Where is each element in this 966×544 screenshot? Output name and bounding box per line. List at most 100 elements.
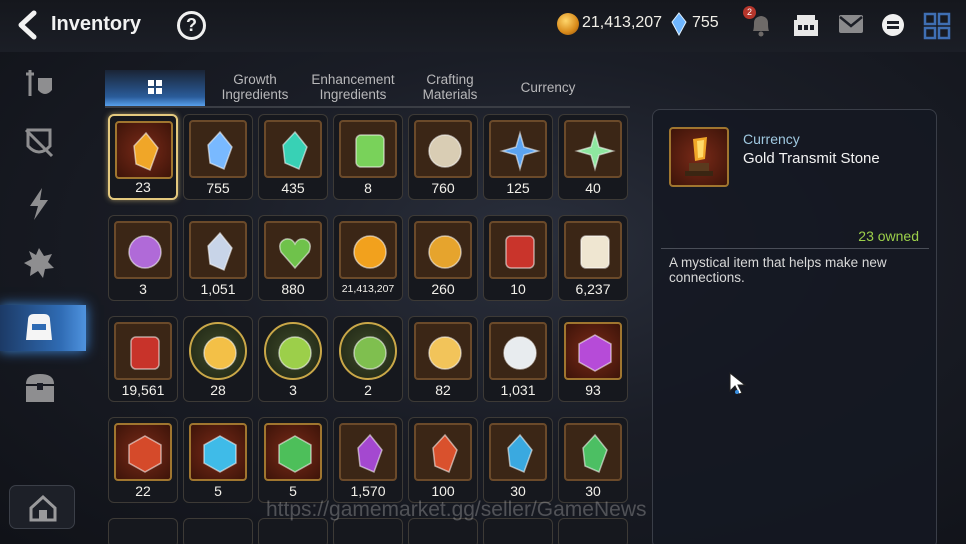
item-count: 2 <box>364 382 372 398</box>
tab-crafting-materials[interactable]: Crafting Materials <box>408 72 492 102</box>
item-count: 10 <box>510 281 526 297</box>
item-frame <box>564 221 622 279</box>
item-count: 435 <box>281 180 305 196</box>
item-frame <box>189 322 247 380</box>
item-count: 22 <box>135 483 151 499</box>
item-slot[interactable]: 125 <box>483 114 553 200</box>
item-slot[interactable]: 8 <box>333 114 403 200</box>
item-count: 30 <box>585 483 601 499</box>
blue-ice-rune-icon <box>203 435 237 473</box>
item-slot[interactable]: 1,031 <box>483 316 553 402</box>
green-leaf-icon <box>355 134 385 168</box>
nav-chest-icon[interactable] <box>14 366 66 410</box>
item-slot[interactable]: 5 <box>183 417 253 503</box>
nav-bag-icon[interactable] <box>14 306 66 350</box>
tab-label: Growth Ingredients <box>221 72 289 102</box>
tab-growth-ingredients[interactable]: Growth Ingredients <box>212 72 298 102</box>
item-frame <box>114 322 172 380</box>
item-slot[interactable]: 21,413,207 <box>333 215 403 301</box>
item-slot[interactable]: 3 <box>108 215 178 301</box>
item-slot[interactable]: 5 <box>258 417 328 503</box>
nav-lightning-icon[interactable] <box>14 182 66 226</box>
item-slot-partial[interactable] <box>183 518 253 544</box>
item-slot[interactable]: 755 <box>183 114 253 200</box>
item-count: 19,561 <box>121 382 165 398</box>
item-frame <box>414 221 472 279</box>
purple-moon-rune-icon <box>578 334 612 372</box>
item-slot[interactable]: 30 <box>558 417 628 503</box>
chat-icon[interactable] <box>880 12 906 38</box>
gold-amount: 21,413,207 <box>582 14 663 31</box>
red-mask-icon <box>130 336 160 370</box>
item-count: 100 <box>431 483 455 499</box>
item-slot[interactable]: 2 <box>333 316 403 402</box>
red-fire-rune-icon <box>128 435 162 473</box>
back-arrow-icon[interactable] <box>14 10 42 40</box>
menu-grid-icon[interactable] <box>923 12 951 40</box>
gold-transmit-stone-icon <box>133 131 159 172</box>
tab-enhancement-ingredients[interactable]: Enhancement Ingredients <box>303 72 403 102</box>
item-slot[interactable]: 1,051 <box>183 215 253 301</box>
chess-knight-icon <box>580 235 610 269</box>
gold-flower-icon <box>428 336 462 370</box>
item-frame <box>114 221 172 279</box>
item-count: 125 <box>506 180 530 196</box>
item-slot[interactable]: 23 <box>108 114 178 200</box>
item-slot[interactable]: 40 <box>558 114 628 200</box>
item-slot[interactable]: 100 <box>408 417 478 503</box>
item-frame <box>114 423 172 481</box>
item-slot[interactable]: 435 <box>258 114 328 200</box>
nav-catalyst-icon[interactable] <box>14 242 66 286</box>
item-slot[interactable]: 28 <box>183 316 253 402</box>
item-slot[interactable]: 93 <box>558 316 628 402</box>
item-count: 8 <box>364 180 372 196</box>
item-count: 40 <box>585 180 601 196</box>
white-flower-icon <box>503 336 537 370</box>
item-count: 1,051 <box>200 281 236 297</box>
item-count: 23 <box>135 179 151 195</box>
nav-hero-icon[interactable] <box>14 62 66 106</box>
crystal-icon <box>671 12 687 36</box>
item-slot[interactable]: 260 <box>408 215 478 301</box>
item-slot[interactable]: 880 <box>258 215 328 301</box>
item-count: 28 <box>210 382 226 398</box>
item-slot[interactable]: 1,570 <box>333 417 403 503</box>
item-slot[interactable]: 6,237 <box>558 215 628 301</box>
green-heart-icon <box>279 238 311 270</box>
item-frame <box>264 322 322 380</box>
item-slot[interactable]: 760 <box>408 114 478 200</box>
item-slot[interactable]: 22 <box>108 417 178 503</box>
item-slot[interactable]: 30 <box>483 417 553 503</box>
item-frame <box>564 120 622 178</box>
mail-icon[interactable] <box>837 12 865 36</box>
gold-transmit-stone-icon <box>685 137 713 176</box>
item-slot-partial[interactable] <box>108 518 178 544</box>
tab-currency[interactable]: Currency <box>505 80 591 95</box>
blue-ice-shard-icon <box>507 433 533 474</box>
item-count: 760 <box>431 180 455 196</box>
item-slot[interactable]: 10 <box>483 215 553 301</box>
item-frame <box>115 121 173 179</box>
green-star-charm-icon <box>574 130 616 172</box>
item-count: 30 <box>510 483 526 499</box>
item-frame <box>264 221 322 279</box>
gold-emblem-icon <box>428 235 462 269</box>
crystal-amount: 755 <box>692 14 719 31</box>
tab-all[interactable] <box>105 70 205 106</box>
item-slot[interactable]: 3 <box>258 316 328 402</box>
detail-item-type: Currency <box>743 131 800 147</box>
grid-icon <box>148 80 162 94</box>
blue-star-charm-icon <box>499 130 541 172</box>
detail-owned-count: 23 owned <box>858 228 919 244</box>
nav-artifact-icon[interactable] <box>14 122 66 166</box>
help-icon[interactable]: ? <box>177 11 206 40</box>
guild-hall-icon[interactable] <box>792 12 820 38</box>
item-count: 880 <box>281 281 305 297</box>
nav-house-button[interactable] <box>9 485 75 529</box>
green-leaf-shard-icon <box>582 433 608 474</box>
item-count: 21,413,207 <box>341 283 395 295</box>
item-count: 5 <box>214 483 222 499</box>
silver-coin-icon <box>428 134 462 168</box>
item-slot[interactable]: 19,561 <box>108 316 178 402</box>
item-slot[interactable]: 82 <box>408 316 478 402</box>
